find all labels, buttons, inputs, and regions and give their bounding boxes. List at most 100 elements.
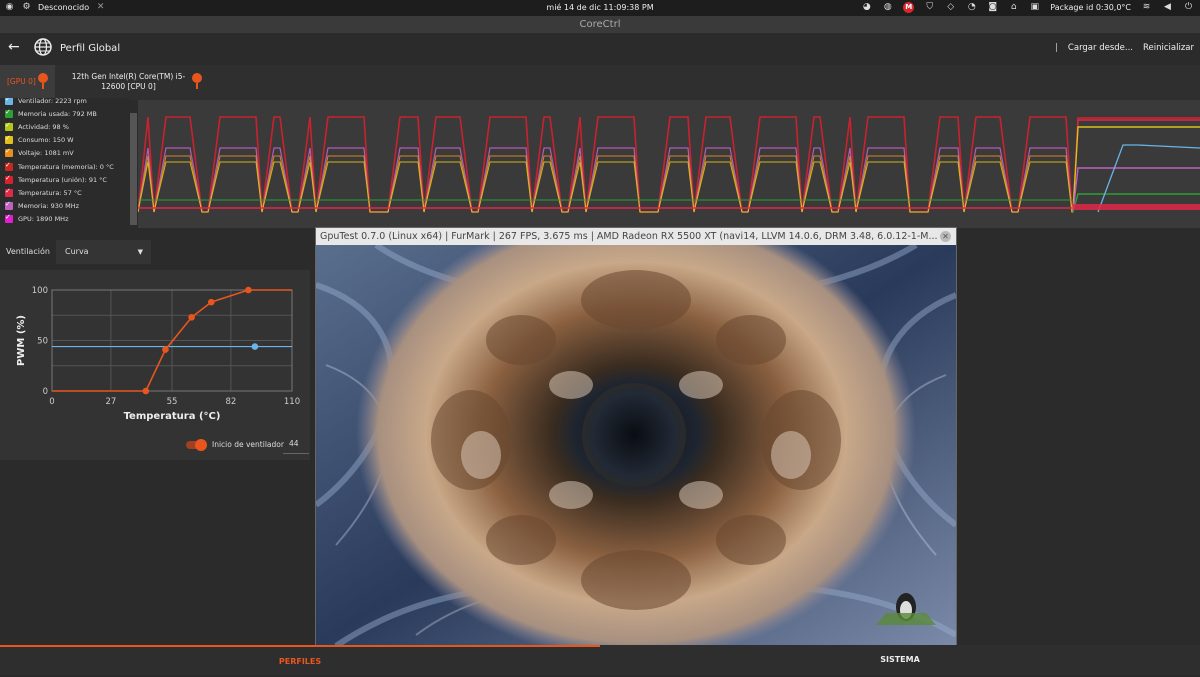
sensor-trace (138, 116, 1073, 213)
reset-button[interactable]: Reinicializar (1143, 43, 1194, 53)
tab-gpu-label: [GPU 0] (7, 77, 36, 86)
header-separator: | (1055, 43, 1058, 53)
mega-icon[interactable]: M (903, 2, 915, 13)
bottom-tabs: PERFILES SISTEMA (0, 645, 1200, 675)
tab-profiles[interactable]: PERFILES (0, 645, 600, 675)
fan-start-input[interactable]: 44 (283, 437, 309, 454)
checkbox-icon[interactable] (5, 161, 13, 171)
steam-icon[interactable]: ◍ (882, 2, 893, 13)
sensor-item[interactable]: Ventilador: 2223 rpm (0, 98, 130, 107)
x-tick-label: 27 (105, 397, 116, 407)
fan-mode-select[interactable]: Curva ▼ (56, 240, 151, 264)
tab-system[interactable]: SISTEMA (600, 645, 1200, 675)
curve-point[interactable] (207, 298, 215, 306)
fan-mode-row: Ventilación Curva ▼ (0, 238, 310, 268)
checkbox-icon[interactable] (5, 200, 13, 211)
sensor-trace (1072, 119, 1200, 213)
sensor-item[interactable]: Consumo: 150 W (0, 134, 130, 147)
curve-point[interactable] (245, 286, 252, 294)
fan-start-label: Inicio de ventilador (212, 440, 284, 449)
sensor-item[interactable]: Temperatura: 57 °C (0, 186, 130, 199)
sensor-trace (1072, 126, 1200, 213)
sensor-label: Ventilador: 2223 rpm (18, 98, 87, 105)
sensor-label: Temperatura (memoria): 0 °C (18, 162, 114, 171)
tab-cpu-0[interactable]: 12th Gen Intel(R) Core(TM) i5-12600 [CPU… (60, 65, 210, 100)
sensor-item[interactable]: Actividad: 98 % (0, 120, 130, 133)
power-icon[interactable]: ⏻ (1183, 2, 1194, 13)
curve-point[interactable] (162, 346, 169, 353)
gputest-title: GpuTest 0.7.0 (Linux x64) | FurMark | 26… (320, 231, 938, 242)
x-tick-label: 110 (284, 397, 300, 407)
shield-icon[interactable]: ⛉ (924, 2, 935, 13)
sensor-label: Actividad: 98 % (18, 122, 69, 131)
sensor-item[interactable]: Temperatura (unión): 91 °C (0, 173, 130, 186)
x-tick-label: 82 (225, 397, 236, 407)
sensor-label: Consumo: 150 W (18, 136, 74, 145)
chevron-down-icon: ▼ (137, 248, 143, 256)
y-tick-label: 50 (37, 337, 48, 347)
page-title: Perfil Global (60, 43, 121, 54)
camera-icon[interactable]: ◙ (987, 2, 998, 13)
fan-mode-value: Curva (65, 247, 89, 256)
sensor-item[interactable]: Voltaje: 1081 mV (0, 147, 130, 160)
back-arrow-icon[interactable]: ← (8, 39, 20, 55)
sensor-trace (1097, 144, 1200, 213)
chip-icon: ▣ (1030, 2, 1040, 12)
clock-icon[interactable]: ◔ (966, 2, 977, 13)
cpu-temp-readout[interactable]: Package id 0:30,0°C (1050, 3, 1131, 12)
legend-scrollbar[interactable] (130, 113, 137, 225)
checkbox-icon[interactable] (5, 174, 13, 184)
sensor-label: Voltaje: 1081 mV (18, 149, 74, 158)
checkbox-icon[interactable] (5, 121, 13, 131)
sensor-label: Temperatura (unión): 91 °C (18, 175, 107, 184)
wifi-icon[interactable]: ≋ (1141, 2, 1152, 13)
fan-curve-panel: 0 27 55 82 110 0 50 100 Temperatura (°C) PWM (%) (0, 270, 310, 460)
sensor-trace (1072, 117, 1200, 213)
sensor-item[interactable]: Memoria: 930 MHz (0, 200, 130, 213)
curve-point[interactable] (142, 387, 150, 395)
sensor-label: Memoria usada: 792 MB (18, 109, 97, 118)
gputest-title-bar[interactable]: GpuTest 0.7.0 (Linux x64) | FurMark | 26… (316, 228, 956, 245)
sensor-label: GPU: 1890 MHz (18, 215, 69, 224)
volume-icon[interactable]: ◀ (1162, 2, 1173, 13)
activities-icon[interactable]: ◉ (4, 2, 15, 13)
fan-curve-chart[interactable]: 0 27 55 82 110 0 50 100 Temperatura (°C) PWM (%) (0, 270, 310, 435)
dropbox-icon[interactable]: ◇ (945, 2, 956, 13)
y-tick-label: 0 (43, 387, 48, 397)
fan-start-control: Inicio de ventilador (186, 438, 284, 451)
sensor-item[interactable]: Temperatura (memoria): 0 °C (0, 160, 130, 173)
close-icon[interactable]: ✕ (940, 231, 951, 242)
checkbox-icon[interactable] (5, 108, 13, 118)
home-icon[interactable]: ⌂ (1008, 2, 1019, 13)
sensor-graph (138, 100, 1200, 228)
workspace-label[interactable]: Desconocido (38, 3, 89, 12)
furmark-render-image (316, 245, 956, 646)
checkbox-icon[interactable] (5, 213, 13, 224)
bulb-icon (38, 73, 48, 89)
checkbox-icon[interactable] (5, 134, 13, 145)
window-title-bar[interactable]: CoreCtrl (0, 16, 1200, 33)
tab-cpu-label: 12th Gen Intel(R) Core(TM) i5-12600 [CPU… (71, 72, 186, 91)
sensor-label: Memoria: 930 MHz (18, 202, 80, 211)
sensor-item[interactable]: Memoria usada: 792 MB (0, 107, 130, 120)
discord-icon[interactable]: ◕ (861, 2, 872, 13)
checkbox-icon[interactable] (5, 187, 13, 197)
checkbox-icon[interactable] (5, 147, 13, 158)
close-icon[interactable]: ✕ (95, 2, 106, 13)
y-axis-label: PWM (%) (16, 315, 27, 366)
current-point (251, 343, 259, 350)
curve-point[interactable] (188, 313, 195, 321)
tab-gpu-0[interactable]: [GPU 0] (0, 65, 55, 100)
gputest-window[interactable]: GpuTest 0.7.0 (Linux x64) | FurMark | 26… (315, 227, 957, 647)
load-from-button[interactable]: Cargar desde... (1068, 43, 1133, 53)
x-axis-label: Temperatura (°C) (124, 411, 221, 422)
fan-label: Ventilación (6, 247, 50, 256)
bulb-icon (192, 73, 202, 89)
furmark-render-area (316, 245, 956, 646)
checkbox-icon[interactable] (5, 98, 13, 105)
sensor-item[interactable]: GPU: 1890 MHz (0, 213, 130, 226)
system-top-bar: ◉ ⚙ Desconocido ✕ mié 14 de dic 11:09:38… (0, 0, 1200, 16)
fan-start-toggle[interactable] (186, 438, 207, 451)
y-tick-label: 100 (32, 286, 48, 296)
globe-icon (34, 38, 52, 56)
